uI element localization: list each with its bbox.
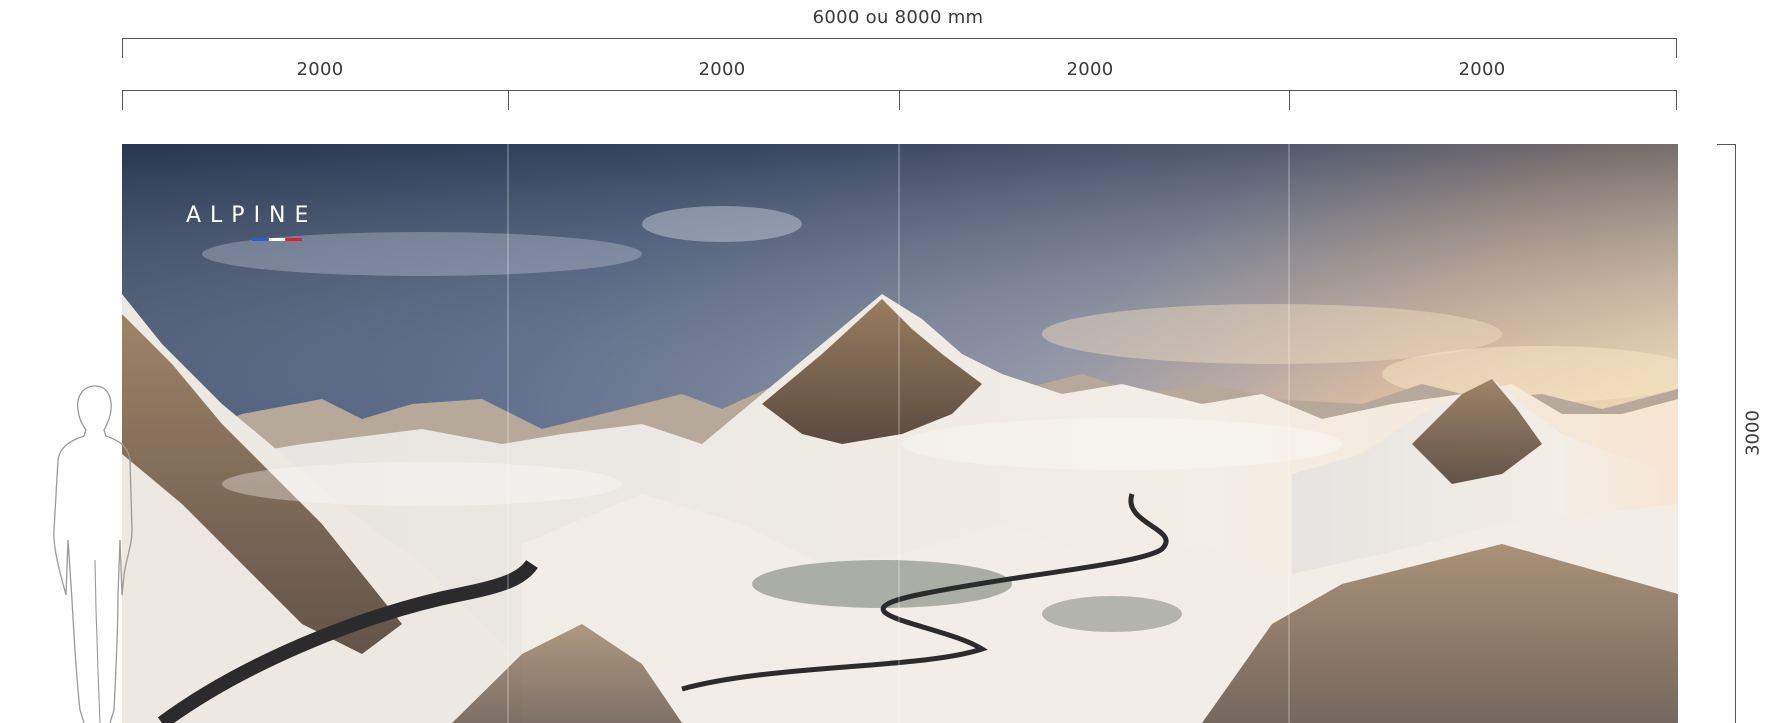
total-width-tick-right <box>1676 38 1677 58</box>
segment-tick-1 <box>508 90 509 110</box>
human-silhouette-icon <box>53 385 133 723</box>
height-dimension-tick <box>1717 144 1735 145</box>
segment-tick-0 <box>122 90 123 110</box>
height-dimension-line <box>1735 144 1736 723</box>
total-width-line <box>122 38 1677 39</box>
segment-label-2: 2000 <box>698 59 746 80</box>
segment-tick-3 <box>1289 90 1290 110</box>
segment-tick-4 <box>1676 90 1677 110</box>
mountain-backdrop-image <box>122 144 1678 723</box>
alpine-logo: ALPINE <box>186 203 318 228</box>
segment-label-4: 2000 <box>1458 59 1506 80</box>
tricolor-stripe-icon <box>252 238 302 241</box>
total-width-label: 6000 ou 8000 mm <box>812 7 984 28</box>
segment-label-1: 2000 <box>296 59 344 80</box>
total-width-tick-left <box>122 38 123 58</box>
segment-tick-2 <box>899 90 900 110</box>
height-label: 3000 <box>1742 410 1764 456</box>
segment-label-3: 2000 <box>1066 59 1114 80</box>
